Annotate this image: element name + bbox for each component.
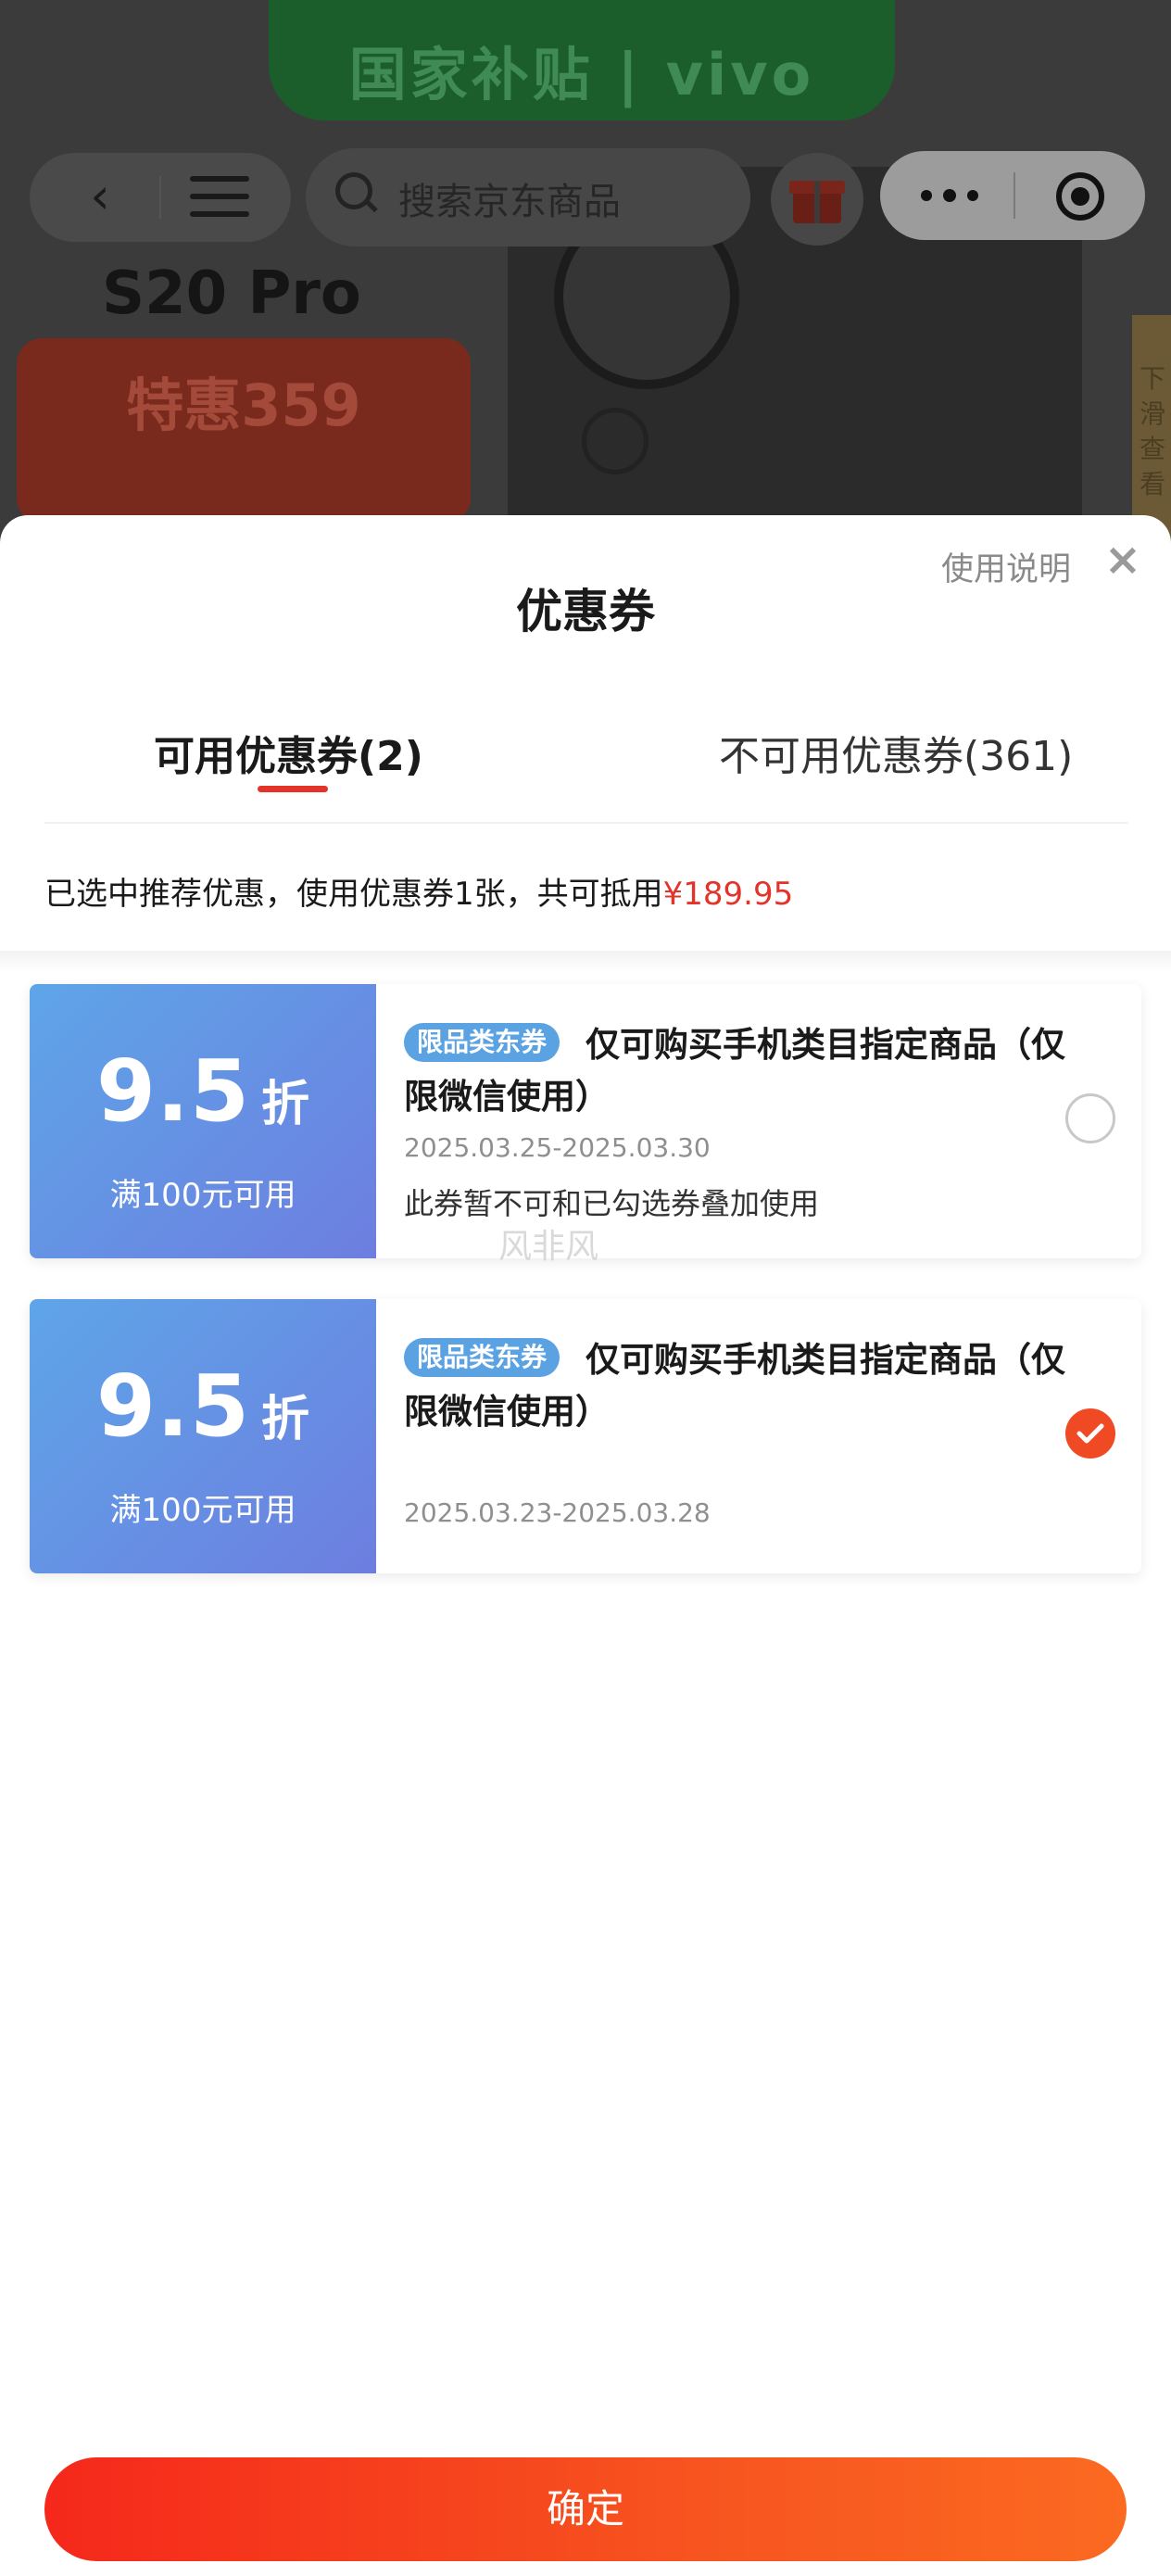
screen: 国家补贴 | vivo S20 Pro 特惠359 下滑查看 ‹ 搜索京东商品 …: [0, 0, 1171, 2576]
coupon-discount: 9.5 折: [30, 1357, 376, 1456]
coupon-date: 2025.03.25-2025.03.30: [404, 1132, 711, 1163]
sheet-title: 优惠券: [516, 585, 655, 638]
coupon-note: 此券暂不可和已勾选券叠加使用: [404, 1186, 820, 1221]
coupon-card[interactable]: 9.5 折 满100元可用 仅可购买手机类目指定商品（仅限微信使用） 限品类东券 …: [30, 984, 1141, 1258]
capsule-divider: [1014, 172, 1015, 219]
background-page: 国家补贴 | vivo S20 Pro 特惠359 下滑查看: [0, 0, 1171, 556]
confirm-button[interactable]: 确定: [44, 2457, 1127, 2561]
discount-value: 9.5: [96, 1357, 250, 1456]
discount-unit: 折: [260, 1392, 309, 1447]
coupon-tag: 限品类东券: [404, 1338, 560, 1377]
coupon-value-panel: 9.5 折 满100元可用: [30, 984, 376, 1258]
coupon-value-panel: 9.5 折 满100元可用: [30, 1299, 376, 1573]
coupon-condition: 满100元可用: [109, 1492, 296, 1529]
side-hint-text: 下滑查看: [1140, 363, 1166, 499]
coupon-checked-icon[interactable]: [1065, 1408, 1115, 1458]
back-icon[interactable]: ‹: [72, 169, 128, 224]
banner-text: 国家补贴 | vivo: [348, 41, 815, 108]
miniprogram-capsule: [880, 151, 1145, 240]
gift-icon: [789, 170, 845, 225]
camera-ring-shape: [582, 408, 648, 474]
subsidy-banner: 国家补贴 | vivo: [269, 0, 895, 120]
close-miniprogram-icon[interactable]: [1056, 172, 1104, 221]
selection-summary: 已选中推荐优惠，使用优惠券1张，共可抵用¥189.95: [44, 868, 793, 914]
search-placeholder: 搜索京东商品: [398, 181, 621, 223]
coupon-condition: 满100元可用: [109, 1177, 296, 1214]
coupon-tag: 限品类东券: [404, 1023, 560, 1062]
summary-text: 已选中推荐优惠，使用优惠券1张，共可抵用: [44, 876, 663, 913]
tab-unavailable[interactable]: 不可用优惠券(361): [719, 723, 1073, 782]
coupon-date: 2025.03.23-2025.03.28: [404, 1497, 711, 1528]
coupon-discount: 9.5 折: [30, 1042, 376, 1141]
discount-unit: 折: [260, 1077, 309, 1132]
promo-text: 特惠359: [126, 372, 361, 439]
discount-value: 9.5: [96, 1042, 250, 1141]
watermark: 风非风: [498, 1228, 599, 1266]
promo-badge: 特惠359: [17, 338, 471, 524]
model-name: S20 Pro: [102, 259, 361, 328]
coupon-radio[interactable]: [1065, 1093, 1115, 1143]
list-top-shade: [0, 951, 1171, 973]
search-icon: [335, 172, 380, 217]
active-tab-indicator: [258, 786, 328, 792]
tab-divider: [44, 822, 1128, 824]
coupon-card[interactable]: 9.5 折 满100元可用 仅可购买手机类目指定商品（仅限微信使用） 限品类东券 …: [30, 1299, 1141, 1573]
menu-icon[interactable]: [190, 176, 249, 217]
summary-amount: ¥189.95: [662, 876, 794, 913]
nav-divider: [159, 176, 161, 219]
more-icon[interactable]: [921, 183, 980, 208]
tab-available[interactable]: 可用优惠券(2): [154, 723, 423, 782]
